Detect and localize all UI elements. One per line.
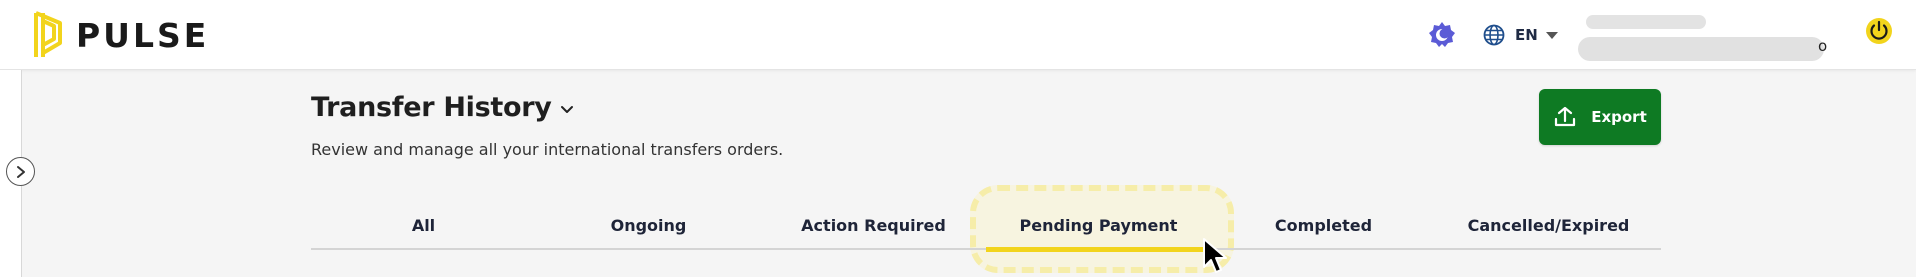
tab-all[interactable]: All xyxy=(311,200,536,250)
pulse-logo-icon xyxy=(34,11,62,57)
status-tabs: All Ongoing Action Required Pending Paym… xyxy=(311,200,1661,252)
tab-label: Pending Payment xyxy=(1019,215,1178,235)
tab-pending-payment[interactable]: Pending Payment xyxy=(986,200,1211,252)
language-selector[interactable]: EN xyxy=(1483,22,1558,48)
pulse-logo[interactable]: PULSE xyxy=(34,9,209,61)
tab-label: Cancelled/Expired xyxy=(1467,215,1630,235)
page-title: Transfer History xyxy=(311,92,552,123)
chevron-down-icon xyxy=(560,105,573,113)
power-icon xyxy=(1866,18,1892,44)
sidebar-expand-button[interactable] xyxy=(6,157,35,186)
page-title-dropdown[interactable]: Transfer History xyxy=(311,92,574,123)
globe-icon xyxy=(1483,24,1505,46)
chevron-down-icon xyxy=(1545,31,1558,39)
tab-ongoing[interactable]: Ongoing xyxy=(536,200,761,250)
top-bar: PULSE EN o xyxy=(0,0,1916,70)
user-email-redacted xyxy=(1578,37,1824,61)
tab-cancelled-expired[interactable]: Cancelled/Expired xyxy=(1436,200,1661,250)
export-button[interactable]: Export xyxy=(1539,89,1661,145)
chevron-right-icon xyxy=(16,165,25,178)
language-code: EN xyxy=(1515,26,1538,44)
tab-label: All xyxy=(411,215,436,235)
logout-button[interactable] xyxy=(1864,16,1894,46)
tab-action-required[interactable]: Action Required xyxy=(761,200,986,250)
export-label: Export xyxy=(1591,108,1647,126)
tab-label: Action Required xyxy=(801,215,946,235)
tab-label: Ongoing xyxy=(610,215,687,235)
user-email-tail: o xyxy=(1818,37,1828,55)
brand-name: PULSE xyxy=(76,15,210,55)
page-subtitle: Review and manage all your international… xyxy=(311,140,784,159)
upload-icon xyxy=(1555,106,1576,127)
tab-label: Completed xyxy=(1274,215,1373,235)
theme-toggle-icon xyxy=(1429,22,1455,47)
user-name-redacted xyxy=(1586,15,1706,29)
user-info[interactable]: o xyxy=(1578,13,1838,63)
theme-toggle-button[interactable] xyxy=(1428,21,1456,49)
tab-completed[interactable]: Completed xyxy=(1211,200,1436,250)
